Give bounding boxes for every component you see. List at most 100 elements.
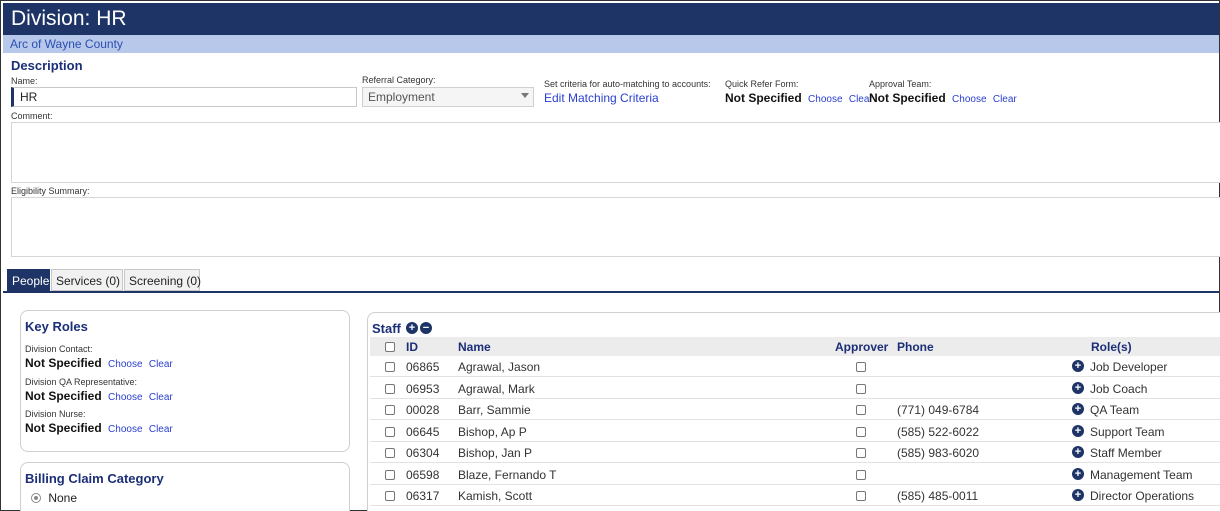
staff-role: Management Team <box>1090 467 1193 482</box>
row-select-checkbox[interactable] <box>385 405 395 415</box>
staff-name: Bishop, Ap P <box>458 424 527 439</box>
quick-refer-form-field: Not Specified Choose Clear <box>725 91 873 105</box>
column-approver[interactable]: Approver <box>835 340 888 354</box>
description-title: Description <box>11 58 83 73</box>
add-role-icon[interactable]: + <box>1072 403 1084 415</box>
add-role-icon[interactable]: + <box>1072 360 1084 372</box>
staff-id: 06953 <box>406 381 440 396</box>
approver-checkbox[interactable] <box>856 383 866 394</box>
staff-name: Barr, Sammie <box>458 403 531 417</box>
row-select-checkbox[interactable] <box>385 362 395 372</box>
table-row[interactable]: 06953 Agrawal, Mark + Job Coach <box>370 378 1220 399</box>
select-all-checkbox[interactable] <box>385 342 395 352</box>
organization-link[interactable]: Arc of Wayne County <box>10 37 123 51</box>
division-window: Division: HR Arc of Wayne County Descrip… <box>0 0 1220 511</box>
quick-refer-choose-link[interactable]: Choose <box>808 94 842 105</box>
table-row[interactable]: 00028 Barr, Sammie (771) 049-6784 + QA Team <box>370 399 1220 420</box>
billing-claim-title: Billing Claim Category <box>25 471 164 486</box>
table-row[interactable]: 06865 Agrawal, Jason + Job Developer <box>370 356 1220 377</box>
quick-refer-form-label: Quick Refer Form: <box>725 79 799 89</box>
division-qa-label: Division QA Representative: <box>25 377 138 387</box>
division-contact-value: Not Specified <box>25 356 102 370</box>
staff-phone: (771) 049-6784 <box>897 403 980 417</box>
referral-category-value: Employment <box>368 90 435 104</box>
matching-criteria-label: Set criteria for auto-matching to accoun… <box>544 79 711 89</box>
add-staff-icon[interactable]: + <box>406 322 418 334</box>
staff-panel: Staff + − ID Name Approver Phone Role(s)… <box>367 312 1220 511</box>
column-phone[interactable]: Phone <box>897 340 934 354</box>
add-role-icon[interactable]: + <box>1072 446 1084 458</box>
comment-textarea[interactable] <box>11 122 1220 183</box>
table-row[interactable]: 06304 Bishop, Jan P (585) 983-6020 + Staff M… <box>370 442 1220 463</box>
division-nurse-label: Division Nurse: <box>25 409 86 419</box>
table-row[interactable]: 06645 Bishop, Ap P (585) 522-6022 + Support … <box>370 421 1220 442</box>
approver-checkbox[interactable] <box>856 362 866 372</box>
add-role-icon[interactable]: + <box>1072 467 1084 480</box>
name-input[interactable]: HR <box>11 87 357 107</box>
division-qa-field: Not Specified Choose Clear <box>25 389 173 403</box>
approver-checkbox[interactable] <box>856 491 866 501</box>
eligibility-summary-label: Eligibility Summary: <box>11 186 90 196</box>
approval-team-clear-link[interactable]: Clear <box>993 94 1017 105</box>
remove-staff-icon[interactable]: − <box>420 322 432 334</box>
division-qa-choose-link[interactable]: Choose <box>108 392 142 403</box>
referral-category-label: Referral Category: <box>362 75 436 85</box>
row-select-checkbox[interactable] <box>385 491 395 501</box>
division-qa-clear-link[interactable]: Clear <box>149 392 173 403</box>
division-contact-label: Division Contact: <box>25 344 93 354</box>
eligibility-summary-textarea[interactable] <box>11 197 1220 257</box>
key-roles-panel: Key Roles Division Contact: Not Specifie… <box>20 310 350 452</box>
row-select-checkbox[interactable] <box>385 469 395 480</box>
staff-id: 06865 <box>406 360 440 374</box>
add-role-icon[interactable]: + <box>1072 489 1084 501</box>
column-roles[interactable]: Role(s) <box>1091 340 1132 354</box>
referral-category-select[interactable]: Employment <box>362 87 534 107</box>
tab-screening[interactable]: Screening (0) <box>124 269 201 291</box>
staff-role: Director Operations <box>1090 489 1195 503</box>
division-nurse-clear-link[interactable]: Clear <box>149 424 173 435</box>
tab-services[interactable]: Services (0) <box>51 269 123 291</box>
tab-underline <box>3 291 1219 293</box>
staff-name: Kamish, Scott <box>458 489 533 503</box>
staff-phone: (585) 983-6020 <box>897 446 980 460</box>
approval-team-value: Not Specified <box>869 91 946 105</box>
staff-phone: (585) 522-6022 <box>897 424 980 439</box>
title-bar: Division: HR <box>3 3 1219 35</box>
quick-refer-form-value: Not Specified <box>725 91 802 105</box>
row-select-checkbox[interactable] <box>385 383 395 394</box>
row-select-checkbox[interactable] <box>385 426 395 437</box>
page-title: Division: HR <box>11 7 127 30</box>
approver-checkbox[interactable] <box>856 405 866 415</box>
table-row[interactable]: 06317 Kamish, Scott (585) 485-0011 + Directo… <box>370 485 1220 506</box>
name-label: Name: <box>11 76 38 86</box>
row-select-checkbox[interactable] <box>385 448 395 458</box>
approval-team-choose-link[interactable]: Choose <box>952 94 986 105</box>
division-contact-clear-link[interactable]: Clear <box>149 359 173 370</box>
table-row[interactable]: 06598 Blaze, Fernando T + Management Team <box>370 464 1220 485</box>
approver-checkbox[interactable] <box>856 426 866 437</box>
tab-people[interactable]: People <box>7 269 50 291</box>
staff-phone: (585) 485-0011 <box>897 489 979 503</box>
add-role-icon[interactable]: + <box>1072 424 1084 437</box>
division-contact-choose-link[interactable]: Choose <box>108 359 142 370</box>
column-id[interactable]: ID <box>406 340 418 354</box>
staff-role: QA Team <box>1090 403 1140 417</box>
radio-icon[interactable] <box>31 493 41 503</box>
staff-title: Staff <box>372 321 401 336</box>
add-role-icon[interactable]: + <box>1072 381 1084 394</box>
approver-checkbox[interactable] <box>856 469 866 480</box>
comment-label: Comment: <box>11 111 53 121</box>
billing-claim-panel: Billing Claim Category None <box>20 462 350 511</box>
staff-id: 06317 <box>406 489 440 503</box>
staff-name: Agrawal, Jason <box>458 360 541 374</box>
column-name[interactable]: Name <box>458 340 491 354</box>
billing-option-none[interactable]: None <box>31 491 77 505</box>
division-nurse-field: Not Specified Choose Clear <box>25 421 173 435</box>
staff-id: 06598 <box>406 467 440 482</box>
staff-role: Staff Member <box>1090 446 1162 460</box>
approver-checkbox[interactable] <box>856 448 866 458</box>
edit-matching-criteria-link[interactable]: Edit Matching Criteria <box>544 91 659 105</box>
key-roles-title: Key Roles <box>25 319 88 334</box>
staff-name: Bishop, Jan P <box>458 446 533 460</box>
division-nurse-choose-link[interactable]: Choose <box>108 424 142 435</box>
